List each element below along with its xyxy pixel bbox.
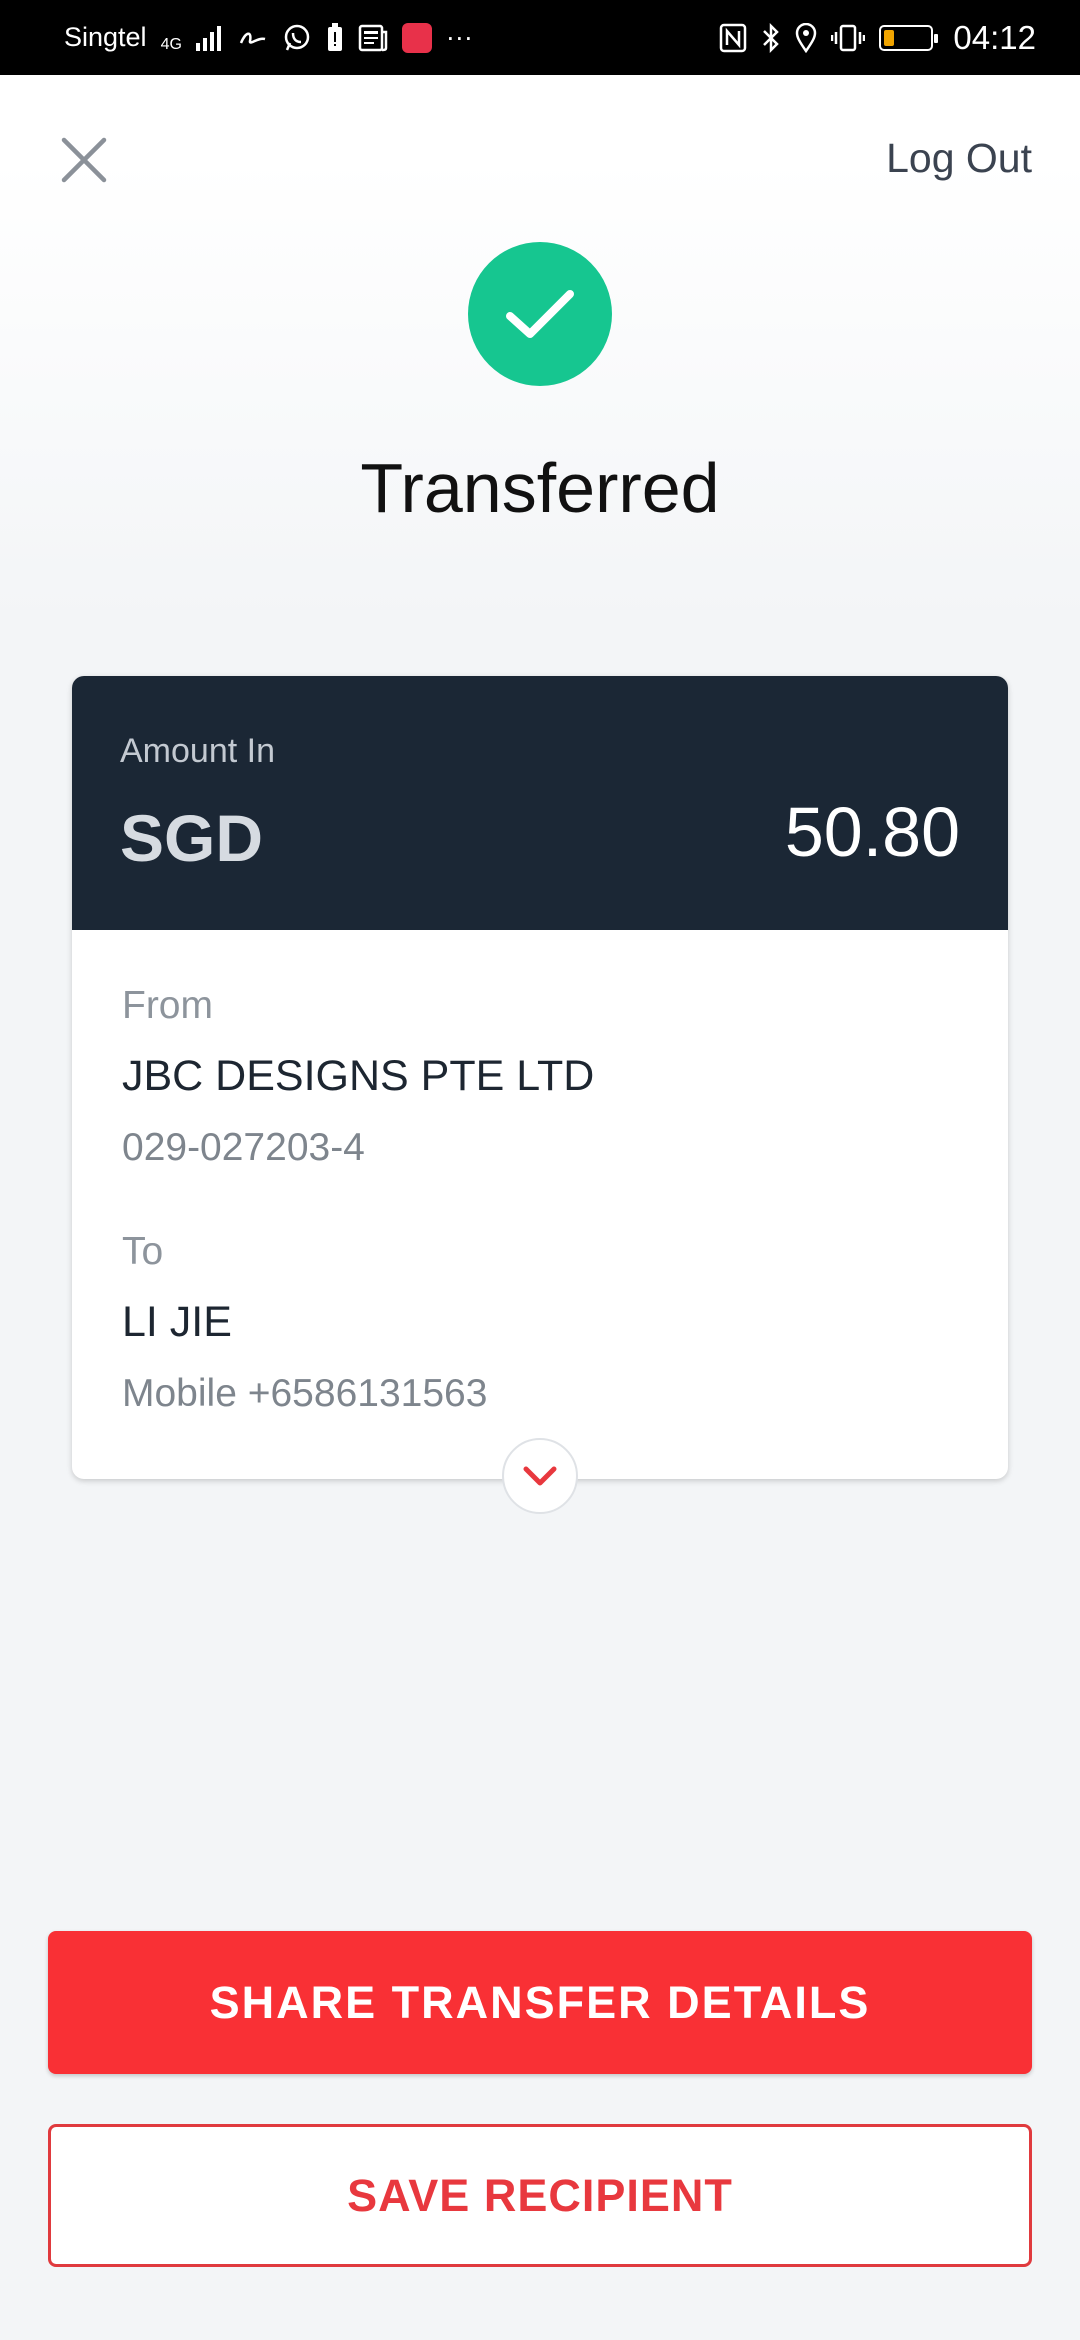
nfc-icon <box>719 23 747 53</box>
chevron-down-icon <box>523 1466 557 1486</box>
signal-icon <box>195 25 224 51</box>
amount-header: Amount In SGD 50.80 <box>72 676 1008 930</box>
from-label: From <box>122 984 213 1027</box>
transfer-summary-card: Amount In SGD 50.80 From JBC DESIGNS PTE… <box>72 676 1008 1479</box>
carrier-label: Singtel <box>64 22 147 52</box>
news-icon <box>358 24 388 52</box>
app-notification-icon <box>238 27 268 49</box>
battery-icon <box>879 24 939 51</box>
clock: 04:12 <box>953 18 1036 56</box>
page-title: Transferred <box>360 449 720 527</box>
more-notifications-label: ··· <box>445 22 473 52</box>
whatsapp-icon <box>282 23 312 53</box>
to-label: To <box>122 1230 164 1273</box>
recipient-mobile: Mobile +6586131563 <box>122 1372 488 1415</box>
expand-details-button[interactable] <box>502 1438 578 1514</box>
checkmark-icon <box>506 290 574 338</box>
status-bar: Singtel 4G ··· 04:12 <box>0 0 1080 75</box>
from-account-name: JBC DESIGNS PTE LTD <box>122 1052 595 1100</box>
amount-label: Amount In <box>120 732 275 770</box>
save-recipient-button[interactable]: SAVE RECIPIENT <box>48 2124 1032 2267</box>
recipient-name: LI JIE <box>122 1298 232 1346</box>
from-account-number: 029-027203-4 <box>122 1126 365 1169</box>
share-transfer-details-button[interactable]: SHARE TRANSFER DETAILS <box>48 1931 1032 2074</box>
close-button[interactable] <box>56 132 112 188</box>
amount-value: 50.80 <box>784 793 960 871</box>
battery-saver-icon <box>326 22 344 53</box>
location-icon <box>795 22 817 53</box>
network-type-label: 4G <box>160 35 182 53</box>
bluetooth-icon <box>761 22 781 53</box>
huawei-app-icon <box>401 22 432 53</box>
close-icon <box>61 137 107 183</box>
vibrate-icon <box>831 23 866 53</box>
success-badge <box>468 242 612 386</box>
status-bar-right: 04:12 <box>719 19 1036 57</box>
status-bar-left: Singtel 4G ··· <box>64 22 473 54</box>
logout-button[interactable]: Log Out <box>886 135 1032 182</box>
currency-code: SGD <box>120 801 264 875</box>
